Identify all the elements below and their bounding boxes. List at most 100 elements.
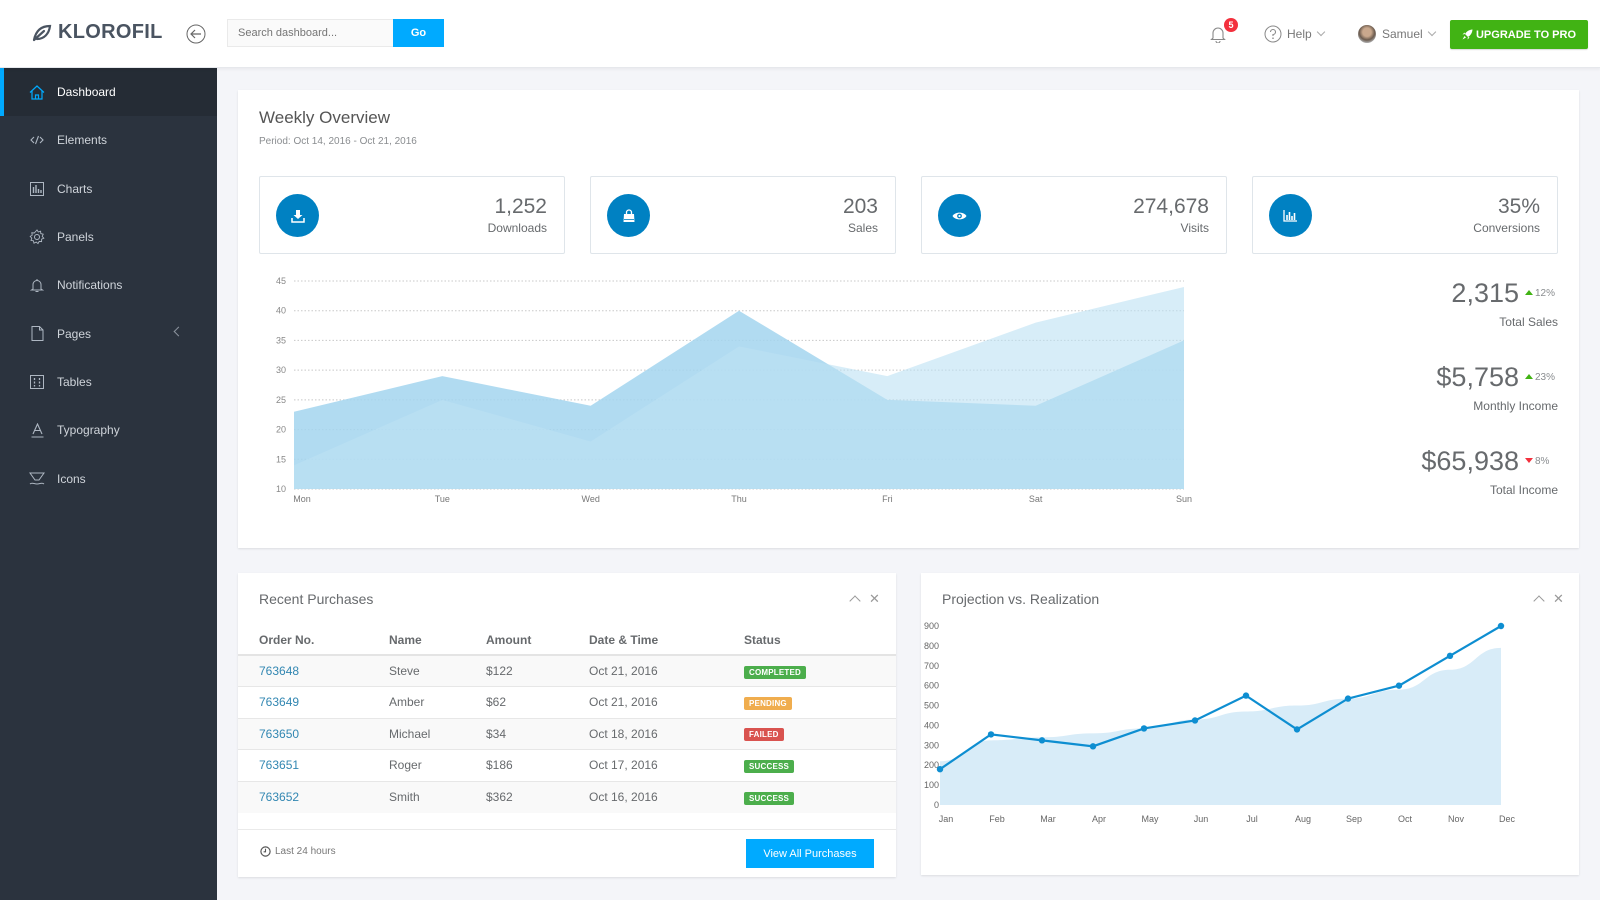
brand-name: KLOROFIL xyxy=(58,21,163,43)
sidebar-item-elements[interactable]: Elements xyxy=(0,116,217,164)
brand-logo[interactable]: KLOROFIL xyxy=(32,21,163,44)
y-tick-label: 500 xyxy=(924,701,939,711)
help-dropdown[interactable]: Help xyxy=(1264,0,1325,68)
y-tick-label: 200 xyxy=(924,760,939,770)
stat-change: 8% xyxy=(1525,456,1558,467)
panel-title: Weekly Overview xyxy=(259,108,390,127)
user-dropdown[interactable]: Samuel xyxy=(1358,0,1436,68)
x-tick-label: Apr xyxy=(1092,814,1106,824)
sidebar-item-label: Charts xyxy=(57,181,93,196)
download-icon xyxy=(276,194,319,237)
realization-point xyxy=(1395,682,1403,689)
notifications-button[interactable]: 5 xyxy=(1210,0,1240,68)
sidebar-item-dashboard[interactable]: Dashboard xyxy=(0,68,217,117)
metric-label: Visits xyxy=(1180,221,1209,235)
table-row: 763649 Amber $62 Oct 21, 2016 PENDING xyxy=(238,686,896,718)
order-link[interactable]: 763652 xyxy=(259,790,299,804)
sidebar-item-typography[interactable]: Typography xyxy=(0,406,217,454)
metric-visits: 274,678 Visits xyxy=(921,176,1227,254)
close-icon[interactable]: ✕ xyxy=(869,592,880,605)
y-tick-label: 900 xyxy=(924,621,939,631)
x-tick-label: Nov xyxy=(1448,814,1465,824)
column-header: Date & Time xyxy=(568,626,723,656)
y-tick-label: 15 xyxy=(276,454,286,464)
stat-value: 2,315 xyxy=(1451,278,1519,308)
arrow-left-circle-icon xyxy=(186,24,206,44)
sidebar-item-tables[interactable]: Tables xyxy=(0,358,217,406)
metric-label: Sales xyxy=(847,221,878,235)
trend-down-icon xyxy=(1525,458,1533,463)
stat-change: 12% xyxy=(1525,288,1558,299)
sidebar-item-label: Dashboard xyxy=(57,85,116,100)
y-tick-label: 30 xyxy=(276,365,286,375)
collapse-icon[interactable] xyxy=(1533,595,1545,607)
search-input[interactable] xyxy=(227,19,393,47)
order-link[interactable]: 763648 xyxy=(259,664,299,678)
help-label: Help xyxy=(1287,27,1312,41)
sidebar-item-pages[interactable]: Pages xyxy=(0,309,217,357)
sidebar-item-charts[interactable]: Charts xyxy=(0,165,217,213)
realization-point xyxy=(1293,726,1301,733)
view-all-purchases-button[interactable]: View All Purchases xyxy=(746,839,874,868)
amount-cell: $362 xyxy=(465,780,568,813)
sidebar-item-label: Notifications xyxy=(57,278,123,293)
eye-icon xyxy=(938,194,981,237)
order-link[interactable]: 763649 xyxy=(259,695,299,709)
metric-downloads: 1,252 Downloads xyxy=(259,176,565,254)
date-cell: Oct 16, 2016 xyxy=(568,780,723,813)
toggle-sidebar-button[interactable] xyxy=(186,24,206,44)
table-header-row: Order No. Name Amount Date & Time Status xyxy=(238,626,896,656)
realization-point xyxy=(1497,622,1505,630)
upgrade-to-pro-button[interactable]: UPGRADE TO PRO xyxy=(1450,20,1588,49)
table-row: 763652 Smith $362 Oct 16, 2016 SUCCESS xyxy=(238,780,896,813)
metric-sales: 203 Sales xyxy=(590,176,896,254)
x-tick-label: Jul xyxy=(1246,814,1258,824)
sidebar-item-label: Typography xyxy=(57,423,120,438)
shopping-bag-icon xyxy=(607,194,650,237)
projection-area xyxy=(940,647,1501,805)
status-badge: FAILED xyxy=(744,728,784,742)
stat-label: Total Sales xyxy=(1499,315,1558,329)
x-tick-label: Jan xyxy=(939,814,954,824)
name-cell: Steve xyxy=(368,654,465,687)
metric-conversions: 35% Conversions xyxy=(1252,176,1558,254)
sidebar-item-icons[interactable]: Icons xyxy=(0,454,217,502)
name-cell: Smith xyxy=(368,780,465,813)
y-tick-label: 700 xyxy=(924,661,939,671)
sidebar-item-panels[interactable]: Panels xyxy=(0,213,217,261)
rocket-icon xyxy=(1462,29,1473,40)
order-cell: 763652 xyxy=(238,780,368,813)
avatar xyxy=(1358,25,1376,43)
y-tick-label: 10 xyxy=(276,484,286,494)
x-tick-label: Sun xyxy=(1176,494,1192,504)
status-cell: SUCCESS xyxy=(723,749,896,781)
order-link[interactable]: 763651 xyxy=(259,758,299,772)
sidebar: Dashboard Elements Charts Panels Notific… xyxy=(0,68,217,900)
x-tick-label: Mon xyxy=(293,494,311,504)
cog-icon xyxy=(29,229,45,245)
trend-up-icon xyxy=(1525,290,1533,295)
table-row: 763651 Roger $186 Oct 17, 2016 SUCCESS xyxy=(238,749,896,781)
name-cell: Michael xyxy=(368,717,465,750)
x-tick-label: Fri xyxy=(882,494,893,504)
collapse-icon[interactable] xyxy=(849,595,861,607)
top-navbar: KLOROFIL Go 5 Help Samuel UPGRADE TO PRO xyxy=(0,0,1600,68)
x-tick-label: Wed xyxy=(581,494,599,504)
projection-panel: Projection vs. Realization ✕ 0 100 200 300 4… xyxy=(921,573,1579,875)
y-tick-label: 45 xyxy=(276,276,286,286)
sidebar-item-notifications[interactable]: Notifications xyxy=(0,261,217,309)
metric-value: 1,252 xyxy=(494,195,547,218)
realization-point xyxy=(1038,737,1046,744)
order-link[interactable]: 763650 xyxy=(259,727,299,741)
search-go-button[interactable]: Go xyxy=(393,19,444,47)
date-cell: Oct 21, 2016 xyxy=(568,686,723,718)
period-text: Period: Oct 14, 2016 - Oct 21, 2016 xyxy=(259,136,417,147)
order-cell: 763648 xyxy=(238,654,368,687)
x-tick-label: Sep xyxy=(1346,814,1362,824)
realization-point xyxy=(1242,692,1250,699)
status-badge: SUCCESS xyxy=(744,791,795,805)
stat-value: $65,938 xyxy=(1421,446,1519,476)
x-tick-label: May xyxy=(1141,814,1159,824)
close-icon[interactable]: ✕ xyxy=(1553,592,1564,605)
column-header: Order No. xyxy=(238,626,368,656)
